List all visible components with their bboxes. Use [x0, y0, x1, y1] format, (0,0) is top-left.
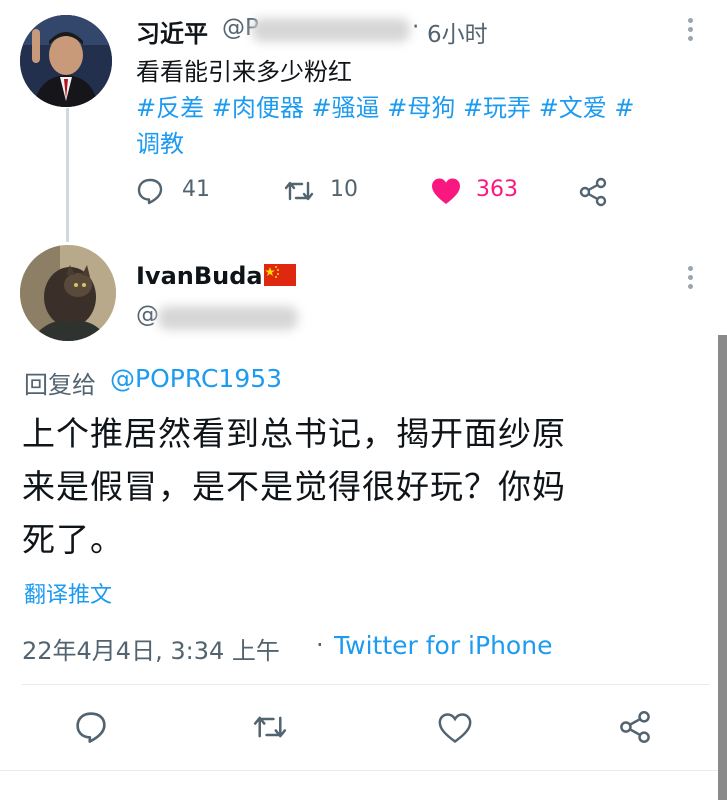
tweet-hashtags[interactable]: #反差 #肉便器 #骚逼 #母狗 #玩弄 #文爱 # — [136, 88, 635, 123]
heart-outline-icon[interactable] — [437, 712, 473, 744]
reply-author-avatar[interactable] — [20, 245, 116, 341]
redacted-handle — [252, 18, 410, 42]
reply-icon[interactable] — [74, 710, 108, 744]
reply-text-line-3: 死了。 — [22, 520, 124, 559]
share-icon — [579, 177, 607, 207]
retweet-icon[interactable] — [252, 711, 288, 743]
redacted-handle — [158, 306, 298, 330]
reply-to-label: 回复给 — [24, 371, 96, 399]
reply-author-handle[interactable]: @ — [136, 302, 159, 328]
reply-count: 41 — [182, 177, 210, 202]
translate-tweet-link[interactable]: 翻译推文 — [24, 577, 112, 609]
share-action[interactable] — [578, 177, 608, 207]
author-name[interactable]: 习近平 — [136, 14, 208, 49]
avatar-portrait-icon — [20, 15, 112, 107]
reply-action[interactable]: 41 — [136, 175, 226, 207]
actions-divider-top — [22, 684, 710, 685]
reply-more-options-icon[interactable] — [688, 266, 694, 293]
heart-filled-icon — [432, 178, 460, 204]
tweet-client-link[interactable]: Twitter for iPhone — [334, 631, 552, 660]
actions-divider-bottom — [0, 770, 718, 771]
like-action[interactable]: 363 — [430, 175, 530, 207]
tweet-time[interactable]: 6小时 — [427, 15, 488, 49]
author-avatar[interactable] — [20, 15, 112, 107]
more-options-icon[interactable] — [688, 18, 694, 45]
reply-text-line-2: 来是假冒，是不是觉得很好玩？你妈 — [22, 467, 566, 506]
retweet-action[interactable]: 10 — [284, 175, 374, 207]
like-count: 363 — [476, 177, 518, 202]
dot-separator: · — [412, 14, 420, 40]
china-flag-icon — [264, 264, 296, 286]
avatar-cat-icon — [20, 245, 116, 341]
tweet-text: 看看能引来多少粉红 — [136, 58, 352, 86]
thread-connector-line — [66, 108, 69, 242]
reply-text-line-1: 上个推居然看到总书记，揭开面纱原 — [22, 414, 566, 453]
tweet-hashtags-continued[interactable]: 调教 — [136, 124, 184, 159]
tweet-timestamp[interactable]: 22年4月4日, 3:34 上午 — [22, 631, 280, 666]
reply-author-name[interactable]: IvanBuda — [136, 262, 263, 290]
reply-icon — [137, 178, 163, 205]
retweet-count: 10 — [330, 177, 358, 202]
share-icon[interactable] — [618, 710, 652, 744]
timestamp-separator: · — [316, 631, 324, 659]
retweet-icon — [284, 181, 314, 201]
scrollbar[interactable] — [718, 335, 727, 800]
reply-to-mention[interactable]: @POPRC1953 — [110, 364, 282, 393]
